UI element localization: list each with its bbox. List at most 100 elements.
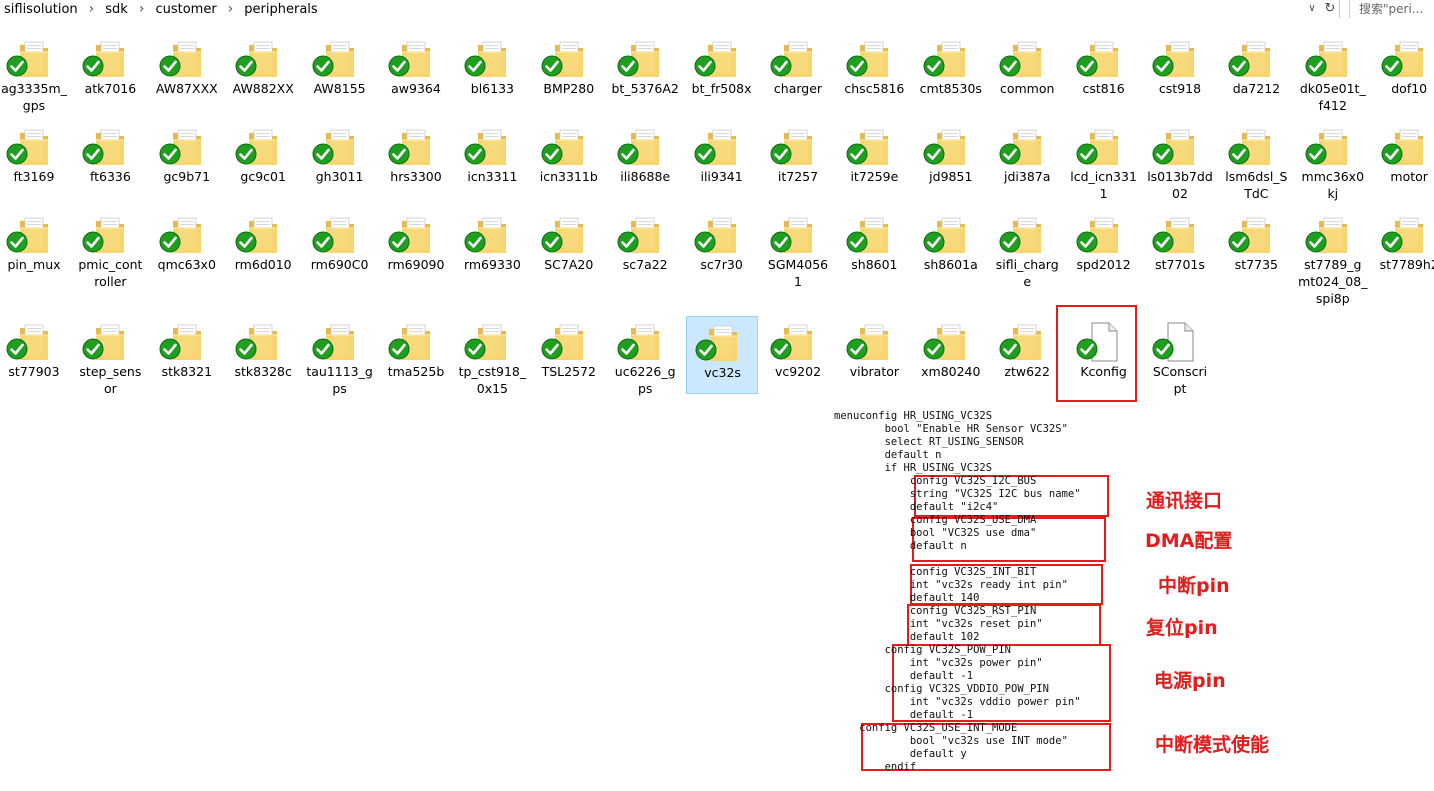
folder-item-tma525b[interactable]: tma525b bbox=[380, 316, 452, 394]
item-label: SGM4056 1 bbox=[767, 257, 829, 289]
item-label: sc7a22 bbox=[622, 257, 668, 272]
folder-item-cmt8530s[interactable]: cmt8530s bbox=[915, 33, 987, 111]
folder-item-jd9851[interactable]: jd9851 bbox=[915, 121, 987, 199]
folder-item-da7212[interactable]: da7212 bbox=[1220, 33, 1292, 111]
folder-item-st7789h2[interactable]: st7789h2 bbox=[1373, 209, 1434, 287]
sync-check-icon bbox=[464, 231, 486, 253]
sync-check-icon bbox=[1228, 143, 1250, 165]
folder-item-pmic_controller[interactable]: pmic_cont roller bbox=[74, 209, 146, 289]
folder-item-rm690c0[interactable]: rm690C0 bbox=[304, 209, 376, 287]
folder-item-tp_cst918_0x15[interactable]: tp_cst918_ 0x15 bbox=[456, 316, 528, 396]
folder-icon bbox=[770, 127, 814, 167]
folder-icon bbox=[388, 215, 432, 255]
folder-item-ft3169[interactable]: ft3169 bbox=[0, 121, 70, 199]
folder-icon bbox=[617, 127, 661, 167]
folder-item-stk8321[interactable]: stk8321 bbox=[151, 316, 223, 394]
folder-item-icn3311[interactable]: icn3311 bbox=[456, 121, 528, 199]
folder-item-rm69090[interactable]: rm69090 bbox=[380, 209, 452, 287]
folder-item-cst918[interactable]: cst918 bbox=[1144, 33, 1216, 111]
folder-item-it7259e[interactable]: it7259e bbox=[838, 121, 910, 199]
sync-check-icon bbox=[82, 338, 104, 360]
folder-item-ag3335m_gps[interactable]: ag3335m_ gps bbox=[0, 33, 70, 113]
folder-item-vc32s[interactable]: vc32s bbox=[685, 316, 758, 394]
folder-item-ls013b7dd02[interactable]: ls013b7dd 02 bbox=[1144, 121, 1216, 201]
folder-icon bbox=[694, 39, 738, 79]
folder-item-lcd_icn3311[interactable]: lcd_icn331 1 bbox=[1068, 121, 1140, 201]
folder-item-bmp280[interactable]: BMP280 bbox=[533, 33, 605, 111]
sync-check-icon bbox=[312, 338, 334, 360]
folder-icon bbox=[6, 322, 50, 362]
folder-item-cst816[interactable]: cst816 bbox=[1068, 33, 1140, 111]
folder-item-aw882xx[interactable]: AW882XX bbox=[227, 33, 299, 111]
sync-check-icon bbox=[82, 143, 104, 165]
folder-item-it7257[interactable]: it7257 bbox=[762, 121, 834, 199]
folder-item-ili9341[interactable]: ili9341 bbox=[686, 121, 758, 199]
item-label: jdi387a bbox=[1003, 169, 1051, 184]
folder-item-vc9202[interactable]: vc9202 bbox=[762, 316, 834, 394]
folder-item-vibrator[interactable]: vibrator bbox=[838, 316, 910, 394]
folder-item-xm80240[interactable]: xm80240 bbox=[915, 316, 987, 394]
folder-item-motor[interactable]: motor bbox=[1373, 121, 1434, 199]
sync-check-icon bbox=[1152, 338, 1174, 360]
folder-item-step_sensor[interactable]: step_sens or bbox=[74, 316, 146, 396]
folder-icon bbox=[312, 322, 356, 362]
folder-item-lsm6dsl_stdc[interactable]: lsm6dsl_S TdC bbox=[1220, 121, 1292, 201]
sync-check-icon bbox=[1076, 55, 1098, 77]
folder-icon bbox=[923, 39, 967, 79]
item-label: bt_5376A2 bbox=[611, 81, 679, 96]
folder-item-sifli_charge[interactable]: sifli_charg e bbox=[991, 209, 1063, 289]
folder-item-rm6d010[interactable]: rm6d010 bbox=[227, 209, 299, 287]
folder-item-sc7r30[interactable]: sc7r30 bbox=[686, 209, 758, 287]
folder-item-stk8328c[interactable]: stk8328c bbox=[227, 316, 299, 394]
folder-item-icn3311b[interactable]: icn3311b bbox=[533, 121, 605, 199]
folder-item-jdi387a[interactable]: jdi387a bbox=[991, 121, 1063, 199]
sync-check-icon bbox=[541, 231, 563, 253]
folder-item-hrs3300[interactable]: hrs3300 bbox=[380, 121, 452, 199]
folder-item-charger[interactable]: charger bbox=[762, 33, 834, 111]
folder-item-pin_mux[interactable]: pin_mux bbox=[0, 209, 70, 287]
folder-item-st7701s[interactable]: st7701s bbox=[1144, 209, 1216, 287]
sync-check-icon bbox=[541, 338, 563, 360]
item-label: dk05e01t_ f412 bbox=[1299, 81, 1366, 113]
folder-item-tsl2572[interactable]: TSL2572 bbox=[533, 316, 605, 394]
folder-item-st77903[interactable]: st77903 bbox=[0, 316, 70, 394]
item-label: icn3311b bbox=[539, 169, 598, 184]
folder-item-aw9364[interactable]: aw9364 bbox=[380, 33, 452, 111]
folder-item-sh8601a[interactable]: sh8601a bbox=[915, 209, 987, 287]
folder-item-aw87xxx[interactable]: AW87XXX bbox=[151, 33, 223, 111]
folder-item-spd2012[interactable]: spd2012 bbox=[1068, 209, 1140, 287]
folder-item-sc7a20[interactable]: SC7A20 bbox=[533, 209, 605, 287]
folder-item-ztw622[interactable]: ztw622 bbox=[991, 316, 1063, 394]
folder-item-qmc63x0[interactable]: qmc63x0 bbox=[151, 209, 223, 287]
sync-check-icon bbox=[1305, 231, 1327, 253]
folder-item-rm69330[interactable]: rm69330 bbox=[456, 209, 528, 287]
folder-icon bbox=[617, 39, 661, 79]
folder-icon bbox=[1305, 215, 1349, 255]
folder-item-tau1113_gps[interactable]: tau1113_g ps bbox=[304, 316, 376, 396]
file-item-sconscript[interactable]: SConscri pt bbox=[1144, 316, 1216, 396]
folder-item-atk7016[interactable]: atk7016 bbox=[74, 33, 146, 111]
item-label: gc9c01 bbox=[240, 169, 286, 184]
folder-item-ili8688e[interactable]: ili8688e bbox=[609, 121, 681, 199]
folder-item-uc6226_gps[interactable]: uc6226_g ps bbox=[609, 316, 681, 396]
folder-item-ft6336[interactable]: ft6336 bbox=[74, 121, 146, 199]
folder-item-gh3011[interactable]: gh3011 bbox=[304, 121, 376, 199]
folder-item-sgm40561[interactable]: SGM4056 1 bbox=[762, 209, 834, 289]
item-label: AW87XXX bbox=[155, 81, 218, 96]
folder-item-common[interactable]: common bbox=[991, 33, 1063, 111]
folder-item-bl6133[interactable]: bl6133 bbox=[456, 33, 528, 111]
folder-item-dof10[interactable]: dof10 bbox=[1373, 33, 1434, 111]
item-label: TSL2572 bbox=[541, 364, 596, 379]
folder-item-dk05e01t_f412[interactable]: dk05e01t_ f412 bbox=[1297, 33, 1369, 113]
folder-item-mmc36x0kj[interactable]: mmc36x0 kj bbox=[1297, 121, 1369, 201]
folder-item-sc7a22[interactable]: sc7a22 bbox=[609, 209, 681, 287]
folder-item-gc9b71[interactable]: gc9b71 bbox=[151, 121, 223, 199]
folder-item-aw8155[interactable]: AW8155 bbox=[304, 33, 376, 111]
folder-item-bt_5376a2[interactable]: bt_5376A2 bbox=[609, 33, 681, 111]
folder-item-gc9c01[interactable]: gc9c01 bbox=[227, 121, 299, 199]
folder-item-bt_fr508x[interactable]: bt_fr508x bbox=[686, 33, 758, 111]
folder-item-sh8601[interactable]: sh8601 bbox=[838, 209, 910, 287]
folder-item-st7735[interactable]: st7735 bbox=[1220, 209, 1292, 287]
folder-item-st7789_gmt024_08_spi8p[interactable]: st7789_g mt024_08_ spi8p bbox=[1297, 209, 1369, 306]
folder-item-chsc5816[interactable]: chsc5816 bbox=[838, 33, 910, 111]
